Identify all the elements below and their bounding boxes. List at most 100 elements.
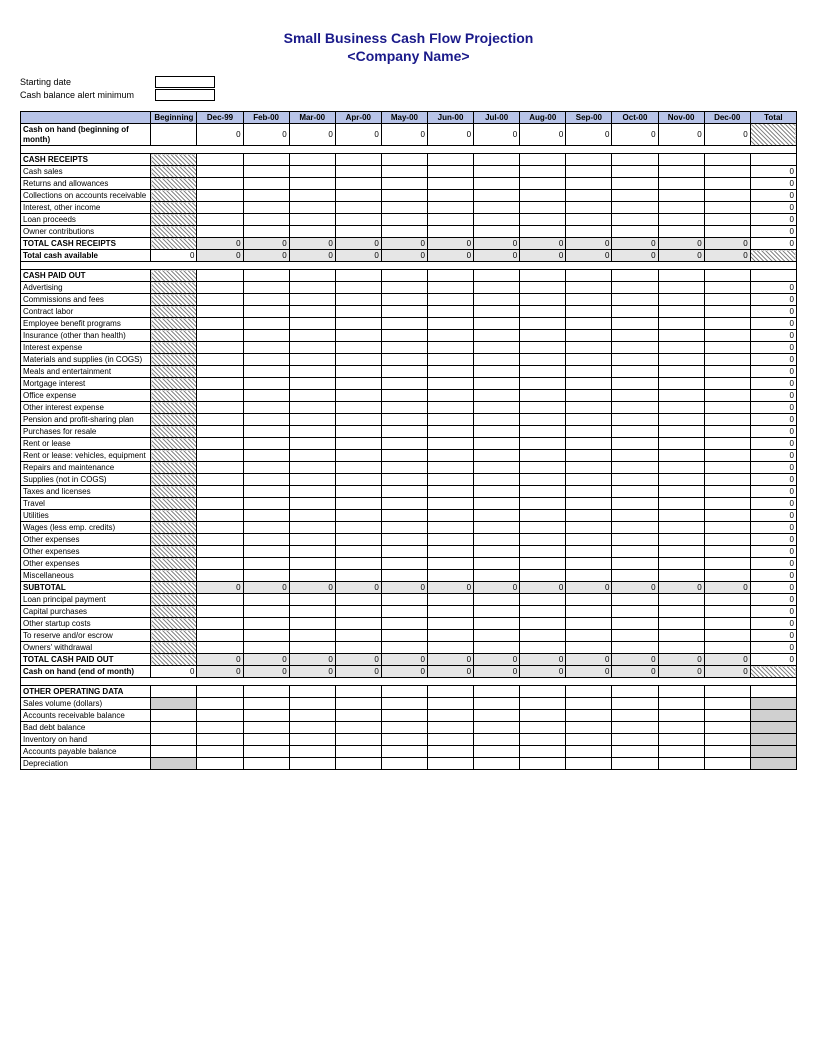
cell[interactable] bbox=[704, 294, 750, 306]
cell[interactable] bbox=[612, 282, 658, 294]
cell[interactable] bbox=[704, 226, 750, 238]
cell[interactable] bbox=[427, 558, 473, 570]
cell[interactable] bbox=[612, 166, 658, 178]
cell[interactable] bbox=[704, 318, 750, 330]
cell[interactable] bbox=[704, 722, 750, 734]
cell[interactable] bbox=[427, 426, 473, 438]
cell[interactable] bbox=[427, 282, 473, 294]
cell[interactable] bbox=[289, 354, 335, 366]
cell[interactable] bbox=[335, 178, 381, 190]
cell[interactable]: 0 bbox=[750, 318, 796, 330]
cell[interactable] bbox=[566, 190, 612, 202]
cell[interactable] bbox=[381, 426, 427, 438]
cell[interactable] bbox=[335, 270, 381, 282]
cell[interactable]: 0 bbox=[381, 250, 427, 262]
cell[interactable]: 0 bbox=[704, 238, 750, 250]
cell[interactable] bbox=[289, 190, 335, 202]
cell[interactable] bbox=[289, 498, 335, 510]
cell[interactable] bbox=[658, 698, 704, 710]
cell[interactable]: 0 bbox=[612, 654, 658, 666]
cell[interactable] bbox=[289, 710, 335, 722]
cell[interactable] bbox=[151, 594, 197, 606]
cell[interactable] bbox=[335, 202, 381, 214]
cell[interactable] bbox=[243, 606, 289, 618]
cell[interactable]: 0 bbox=[750, 558, 796, 570]
cell[interactable] bbox=[566, 450, 612, 462]
cell[interactable]: 0 bbox=[750, 582, 796, 594]
cell[interactable]: 0 bbox=[750, 294, 796, 306]
cell[interactable] bbox=[427, 414, 473, 426]
cell[interactable] bbox=[658, 330, 704, 342]
cell[interactable] bbox=[151, 226, 197, 238]
cell[interactable] bbox=[197, 402, 243, 414]
cell[interactable] bbox=[612, 294, 658, 306]
cell[interactable] bbox=[197, 558, 243, 570]
cell[interactable] bbox=[566, 390, 612, 402]
cell[interactable] bbox=[197, 282, 243, 294]
cell[interactable] bbox=[243, 758, 289, 770]
cell[interactable] bbox=[243, 318, 289, 330]
cell[interactable] bbox=[151, 202, 197, 214]
cell[interactable] bbox=[289, 294, 335, 306]
cell[interactable] bbox=[335, 378, 381, 390]
cell[interactable] bbox=[289, 462, 335, 474]
cell[interactable] bbox=[381, 546, 427, 558]
cell[interactable] bbox=[381, 154, 427, 166]
cell[interactable] bbox=[381, 486, 427, 498]
cell[interactable] bbox=[658, 226, 704, 238]
cell[interactable] bbox=[474, 318, 520, 330]
cell[interactable]: 0 bbox=[704, 654, 750, 666]
cell[interactable] bbox=[658, 462, 704, 474]
cell[interactable] bbox=[335, 630, 381, 642]
cell[interactable]: 0 bbox=[750, 202, 796, 214]
cell[interactable] bbox=[243, 190, 289, 202]
cell[interactable] bbox=[151, 606, 197, 618]
cell[interactable] bbox=[566, 354, 612, 366]
cell[interactable]: 0 bbox=[566, 250, 612, 262]
cell[interactable]: 0 bbox=[658, 238, 704, 250]
cell[interactable] bbox=[566, 202, 612, 214]
cell[interactable] bbox=[335, 154, 381, 166]
cell[interactable] bbox=[243, 390, 289, 402]
cell[interactable] bbox=[520, 722, 566, 734]
cell[interactable]: 0 bbox=[750, 522, 796, 534]
cell[interactable] bbox=[197, 594, 243, 606]
cell[interactable] bbox=[151, 154, 197, 166]
cell[interactable] bbox=[197, 642, 243, 654]
cell[interactable] bbox=[520, 486, 566, 498]
cell[interactable] bbox=[658, 510, 704, 522]
cell[interactable] bbox=[197, 342, 243, 354]
cell[interactable] bbox=[520, 330, 566, 342]
cell[interactable] bbox=[658, 534, 704, 546]
cell[interactable] bbox=[151, 318, 197, 330]
cell[interactable] bbox=[335, 758, 381, 770]
cell[interactable] bbox=[197, 758, 243, 770]
cell[interactable] bbox=[197, 190, 243, 202]
cell[interactable] bbox=[658, 642, 704, 654]
cell[interactable] bbox=[704, 498, 750, 510]
cell[interactable] bbox=[197, 226, 243, 238]
cell[interactable] bbox=[474, 698, 520, 710]
cell[interactable] bbox=[474, 450, 520, 462]
cell[interactable]: 0 bbox=[197, 124, 243, 146]
cell[interactable] bbox=[520, 522, 566, 534]
cell[interactable] bbox=[243, 722, 289, 734]
cell[interactable] bbox=[427, 758, 473, 770]
cell[interactable] bbox=[520, 214, 566, 226]
cell[interactable] bbox=[520, 154, 566, 166]
cell[interactable] bbox=[427, 166, 473, 178]
cell[interactable]: 0 bbox=[612, 238, 658, 250]
cell[interactable]: 0 bbox=[612, 666, 658, 678]
cell[interactable] bbox=[658, 190, 704, 202]
cell[interactable] bbox=[243, 498, 289, 510]
cell[interactable] bbox=[197, 214, 243, 226]
cell[interactable]: 0 bbox=[566, 124, 612, 146]
cell[interactable] bbox=[427, 154, 473, 166]
cell[interactable] bbox=[750, 124, 796, 146]
cell[interactable] bbox=[658, 746, 704, 758]
cell[interactable] bbox=[704, 558, 750, 570]
cell[interactable] bbox=[243, 166, 289, 178]
cell[interactable] bbox=[658, 294, 704, 306]
cell[interactable] bbox=[566, 342, 612, 354]
cell[interactable] bbox=[151, 510, 197, 522]
